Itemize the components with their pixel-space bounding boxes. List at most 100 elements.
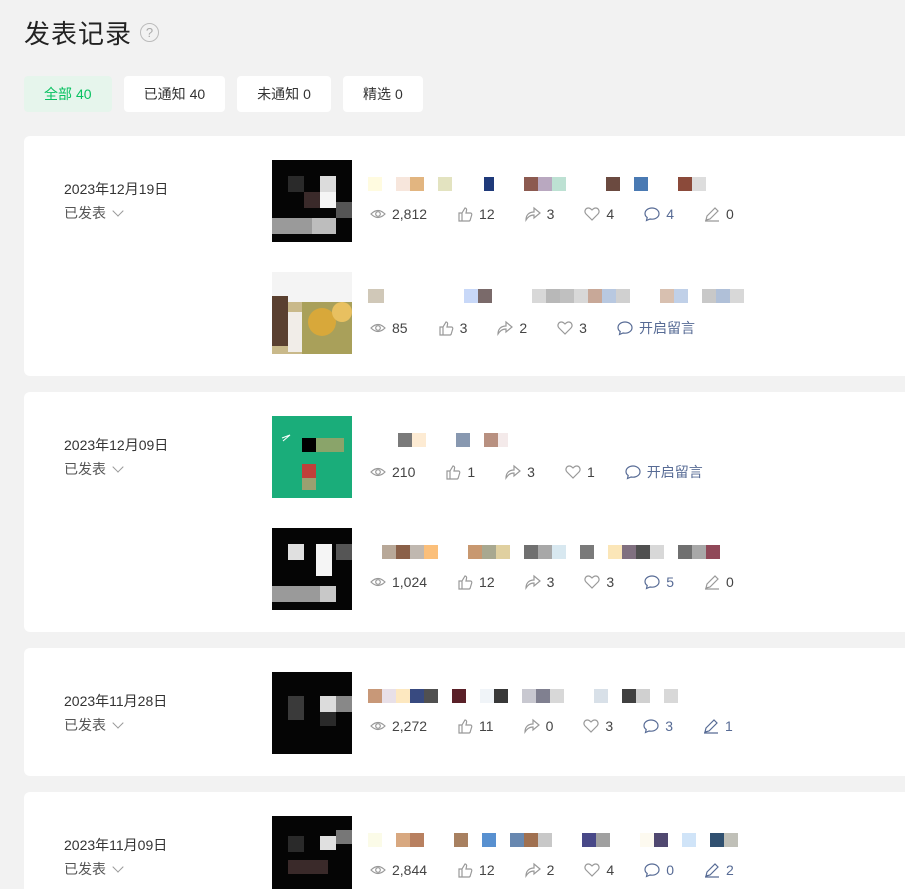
wows-stat[interactable]: 1	[565, 464, 595, 480]
article-thumbnail[interactable]	[272, 160, 352, 242]
wows-stat[interactable]: 4	[584, 206, 614, 222]
status-dropdown[interactable]: 已发表	[64, 459, 124, 479]
enable-comments-label: 开启留言	[638, 320, 695, 336]
shares-count: 0	[545, 718, 554, 734]
help-icon[interactable]: ?	[140, 23, 160, 42]
share-icon	[523, 718, 540, 734]
article-title[interactable]	[368, 289, 838, 303]
likes-stat[interactable]: 3	[438, 320, 467, 336]
article-title[interactable]	[368, 177, 838, 191]
article-title[interactable]	[368, 433, 838, 447]
comments-count: 4	[666, 206, 675, 222]
article-thumbnail[interactable]	[272, 816, 352, 889]
wows-count: 4	[606, 862, 615, 878]
thumbs-up-icon	[458, 207, 473, 222]
page-title: 发表记录	[24, 19, 133, 49]
comment-icon	[617, 321, 633, 336]
tab-featured[interactable]: 精选 0	[342, 76, 423, 112]
edits-stat[interactable]: 0	[704, 574, 734, 590]
article-thumbnail[interactable]	[272, 528, 352, 610]
comments-stat[interactable]: 4	[644, 206, 674, 222]
shares-stat[interactable]: 0	[523, 718, 554, 734]
enable-comments-button[interactable]: 开启留言	[617, 318, 695, 338]
edits-stat[interactable]: 1	[703, 718, 733, 734]
status-dropdown[interactable]: 已发表	[64, 715, 124, 735]
share-icon	[497, 320, 514, 336]
shares-stat[interactable]: 3	[525, 206, 554, 222]
tab-notified[interactable]: 已通知 40	[123, 76, 226, 112]
article-item[interactable]: 2,844 12 2 4 0 2	[272, 816, 905, 889]
views-stat: 2,812	[370, 206, 427, 222]
status-label: 已发表	[64, 461, 106, 477]
edits-stat[interactable]: 0	[704, 206, 734, 222]
status-label: 已发表	[64, 717, 106, 733]
views-count: 210	[392, 464, 416, 480]
status-label: 已发表	[64, 861, 106, 877]
comments-stat[interactable]: 0	[644, 862, 674, 878]
article-thumbnail[interactable]	[272, 416, 352, 498]
likes-stat[interactable]: 12	[457, 574, 495, 590]
likes-stat[interactable]: 12	[457, 206, 495, 222]
heart-icon	[584, 207, 601, 221]
article-item[interactable]: 210 1 3 1 开启留言	[272, 416, 905, 498]
pen-icon	[705, 863, 720, 878]
likes-stat[interactable]: 12	[457, 862, 495, 878]
filter-tabs: 全部 40 已通知 40 未通知 0 精选 0	[24, 76, 423, 112]
views-count: 2,272	[392, 718, 428, 734]
wows-count: 3	[605, 718, 614, 734]
article-title[interactable]	[368, 689, 838, 703]
likes-stat[interactable]: 1	[445, 464, 475, 480]
tab-not-notified[interactable]: 未通知 0	[237, 76, 331, 112]
publish-record-card: 2023年12月19日 已发表 2,812 12 3 4 4 0 85 3 2 …	[24, 136, 905, 376]
tab-all[interactable]: 全部 40	[24, 76, 112, 112]
article-title[interactable]	[368, 545, 838, 559]
article-title[interactable]	[368, 833, 838, 847]
likes-stat[interactable]: 11	[457, 718, 494, 734]
edits-count: 0	[726, 574, 734, 590]
shares-stat[interactable]: 2	[497, 320, 527, 336]
article-thumbnail[interactable]	[272, 272, 352, 354]
wows-count: 3	[579, 320, 587, 336]
publish-date: 2023年12月09日	[64, 437, 169, 453]
likes-count: 12	[479, 862, 495, 878]
publish-date: 2023年11月28日	[64, 693, 168, 709]
heart-icon	[584, 575, 601, 589]
enable-comments-button[interactable]: 开启留言	[625, 462, 703, 482]
publish-record-card: 2023年11月28日 已发表 2,272 11 0 3 3 1	[24, 648, 905, 776]
page-header: 发表记录 ?	[24, 14, 160, 51]
article-thumbnail[interactable]	[272, 672, 352, 754]
article-item[interactable]: 1,024 12 3 3 5 0	[272, 528, 905, 610]
comment-icon	[644, 575, 660, 590]
likes-count: 11	[479, 718, 494, 734]
article-item[interactable]: 85 3 2 3 开启留言	[272, 272, 905, 354]
edits-stat[interactable]: 2	[704, 862, 734, 878]
eye-icon	[370, 323, 386, 333]
article-item[interactable]: 2,272 11 0 3 3 1	[272, 672, 905, 754]
tab-label: 全部	[44, 86, 72, 102]
comments-count: 3	[665, 718, 673, 734]
tab-count: 40	[76, 86, 92, 102]
views-stat: 210	[370, 464, 415, 480]
thumbs-up-icon	[458, 863, 473, 878]
shares-count: 3	[527, 464, 535, 480]
chevron-down-icon	[112, 204, 124, 217]
edits-count: 0	[726, 206, 734, 222]
eye-icon	[370, 209, 386, 219]
wows-stat[interactable]: 3	[557, 320, 587, 336]
article-item[interactable]: 2,812 12 3 4 4 0	[272, 160, 905, 242]
tab-count: 0	[303, 86, 311, 102]
wows-stat[interactable]: 3	[584, 574, 614, 590]
tab-count: 40	[189, 86, 206, 102]
wows-stat[interactable]: 3	[583, 718, 613, 734]
likes-count: 1	[467, 464, 476, 480]
status-dropdown[interactable]: 已发表	[64, 859, 124, 879]
wows-stat[interactable]: 4	[584, 862, 614, 878]
pen-icon	[705, 207, 720, 222]
status-dropdown[interactable]: 已发表	[64, 203, 124, 223]
comments-stat[interactable]: 3	[643, 718, 673, 734]
shares-stat[interactable]: 3	[505, 464, 535, 480]
shares-stat[interactable]: 2	[525, 862, 554, 878]
shares-stat[interactable]: 3	[525, 574, 554, 590]
comments-stat[interactable]: 5	[644, 574, 674, 590]
share-icon	[505, 464, 522, 480]
